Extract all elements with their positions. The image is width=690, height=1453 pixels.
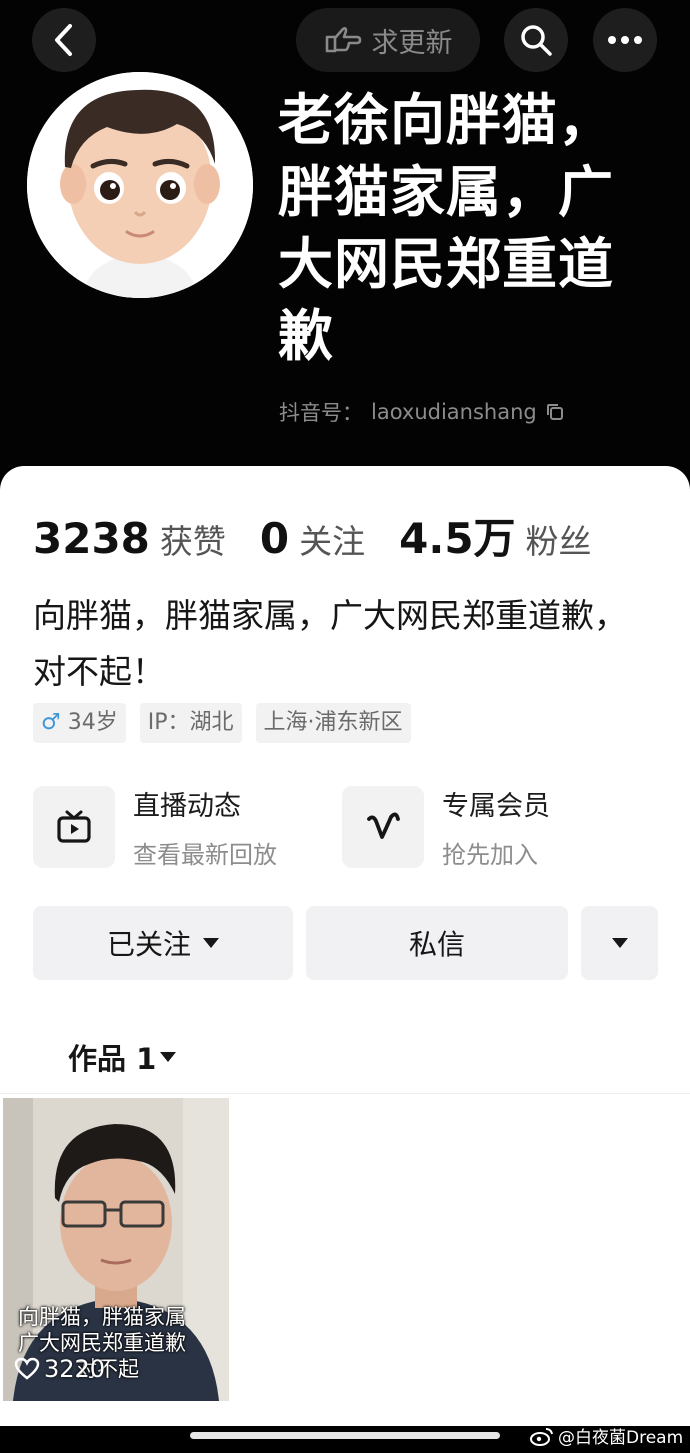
video-likes-count: 3220 <box>44 1355 106 1383</box>
stats-row: 3238 获赞 0 关注 4.5万 粉丝 <box>33 505 626 566</box>
follow-button-label: 已关注 <box>106 928 191 961</box>
search-button[interactable] <box>504 8 568 72</box>
home-indicator <box>190 1432 500 1439</box>
tab-works[interactable]: 作品 1 <box>68 1036 177 1078</box>
followers-label[interactable]: 粉丝 <box>526 515 592 563</box>
likes-label: 获赞 <box>159 522 226 561</box>
video-likes: 3220 <box>14 1355 105 1383</box>
watermark-text: @白夜菌Dream <box>558 1428 684 1448</box>
more-button[interactable] <box>593 8 657 72</box>
tv-icon <box>33 786 115 868</box>
douyin-id-label: 抖音号： <box>279 401 363 425</box>
male-icon: ♂ <box>41 710 61 735</box>
avatar[interactable] <box>27 72 253 298</box>
chevron-down-icon <box>203 938 219 948</box>
profile-name: 老徐向胖猫，胖猫家属，广大网民郑重道歉 <box>278 88 615 368</box>
live-feature[interactable]: 直播动态 查看最新回放 <box>33 784 277 870</box>
chevron-down-icon <box>611 938 628 948</box>
copy-icon[interactable] <box>545 402 565 422</box>
back-icon <box>55 24 72 56</box>
following-count[interactable]: 0 <box>260 514 289 563</box>
age-text: 34岁 <box>67 710 118 735</box>
profile-tags: ♂ 34岁 IP：湖北 上海·浦东新区 <box>33 703 411 743</box>
update-request-label: 求更新 <box>371 27 453 59</box>
weibo-icon <box>530 1427 553 1446</box>
douyin-id-value: laoxudianshang <box>371 400 537 424</box>
followers-count[interactable]: 4.5万 <box>399 505 515 566</box>
membership-feature[interactable]: 专属会员 抢先加入 <box>342 784 550 870</box>
video-caption-line: 广大网民郑重道歉 <box>18 1331 186 1355</box>
following-label[interactable]: 关注 <box>299 515 365 563</box>
message-button[interactable]: 私信 <box>306 906 568 980</box>
watermark: @白夜菌Dream <box>530 1423 683 1448</box>
tab-works-label: 作品 1 <box>68 1042 157 1076</box>
location-tag: 上海·浦东新区 <box>255 703 411 743</box>
message-button-label: 私信 <box>408 928 465 961</box>
hand-point-icon <box>325 27 361 53</box>
update-request-button[interactable]: 求更新 <box>296 8 480 72</box>
search-icon <box>521 25 552 56</box>
follow-button[interactable]: 已关注 <box>33 906 293 980</box>
membership-feature-subtitle: 抢先加入 <box>442 841 538 869</box>
douyin-id: 抖音号： laoxudianshang <box>279 397 565 427</box>
live-feature-subtitle: 查看最新回放 <box>133 841 277 869</box>
chevron-down-icon <box>160 1052 177 1062</box>
ip-tag: IP：湖北 <box>139 703 242 743</box>
back-button[interactable] <box>32 8 96 72</box>
more-actions-button[interactable] <box>581 906 658 980</box>
video-caption-line: 向胖猫，胖猫家属 <box>18 1305 186 1329</box>
bio-text: 向胖猫，胖猫家属，广大网民郑重道歉，对不起！ <box>33 596 627 691</box>
more-icon <box>608 36 642 44</box>
membership-feature-title: 专属会员 <box>442 791 550 822</box>
divider <box>0 1093 690 1094</box>
live-feature-title: 直播动态 <box>133 791 241 822</box>
heart-icon <box>14 1357 40 1380</box>
v-icon <box>342 786 424 868</box>
likes-count: 3238 <box>33 514 150 563</box>
gender-age-tag: ♂ 34岁 <box>33 703 126 743</box>
